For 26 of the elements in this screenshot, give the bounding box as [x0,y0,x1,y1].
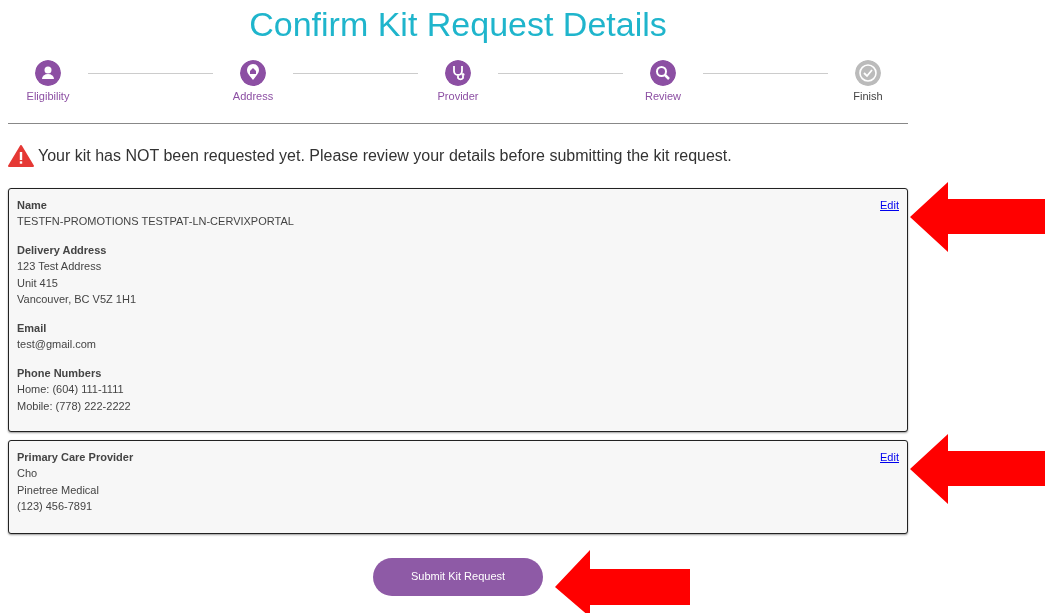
field-value: Unit 415 [17,275,58,291]
field-value: TESTFN-PROMOTIONS TESTPAT-LN-CERVIXPORTAL [17,214,294,229]
step-label: Review [643,89,683,104]
warning-message: Your kit has NOT been requested yet. Please review your details before submitting the kit request. [38,145,732,166]
step-label: Address [231,89,275,104]
field-label: Name [17,197,47,213]
page-title: Confirm Kit Request Details [248,4,668,44]
field-value: Home: (604) 111-1111 [17,382,124,397]
warning-icon [8,144,34,167]
edit-link[interactable]: Edit [880,196,899,213]
field-value: Cho [17,466,38,481]
field-label: Primary Care Provider [17,449,134,465]
field-value: test@gmail.com [17,337,97,352]
step-label: Eligibility [25,89,71,104]
submit-button[interactable]: Submit Kit Request [373,557,543,596]
field-value: (123) 456-7891 [17,499,93,514]
step-label: Provider [436,89,480,104]
field-label: Phone Numbers [17,365,102,381]
field-label: Email [17,320,47,336]
field-value: 123 Test Address [17,259,102,274]
step-label: Finish [852,89,884,104]
field-value: Vancouver, BC V5Z 1H1 [17,292,137,307]
field-label: Delivery Address [17,242,107,258]
edit-link[interactable]: Edit [880,448,899,465]
field-value: Pinetree Medical [17,482,99,498]
field-value: Mobile: (778) 222-2222 [17,398,131,414]
